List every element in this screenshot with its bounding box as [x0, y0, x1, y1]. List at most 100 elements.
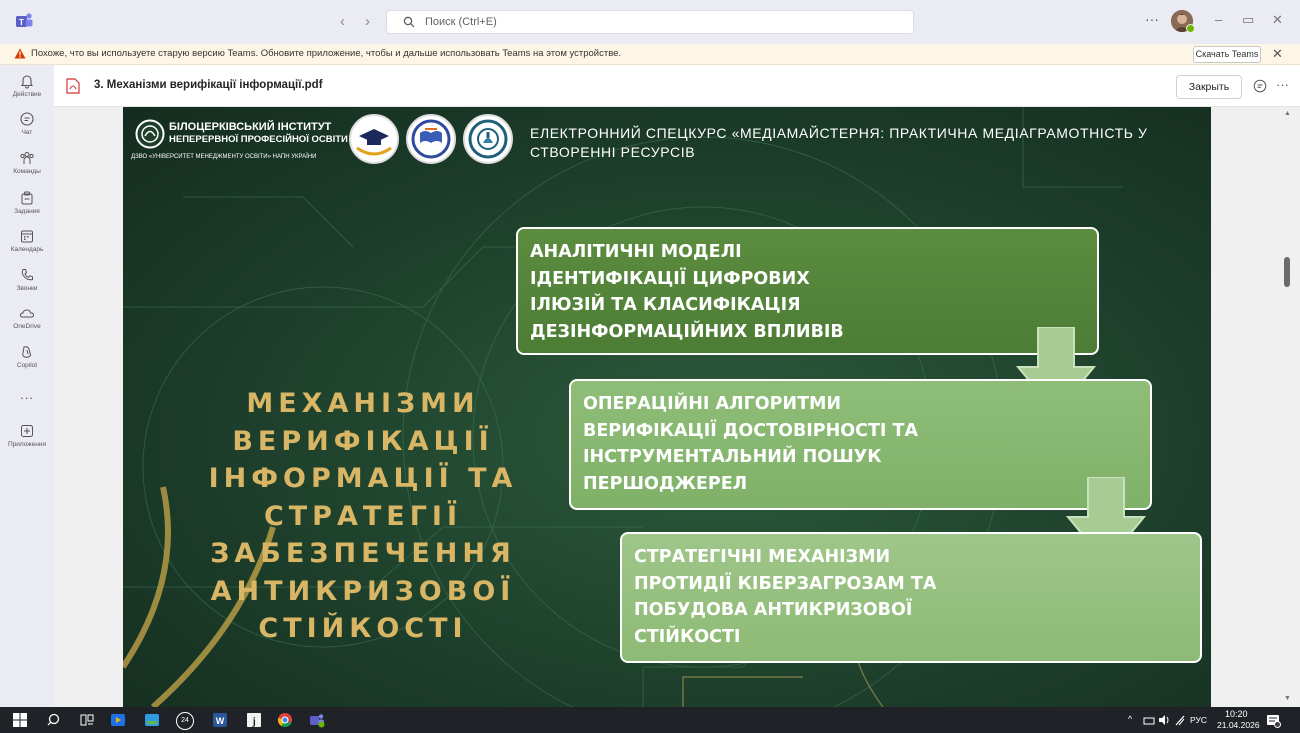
main-title-line: ВЕРИФІКАЦІЇ	[232, 425, 494, 457]
notifications-icon[interactable]	[1265, 712, 1281, 728]
pen-icon[interactable]	[1174, 712, 1186, 728]
document-title: 3. Механізми верифікації інформації.pdf	[94, 79, 323, 91]
word-icon[interactable]: W	[212, 712, 228, 728]
search-input[interactable]: Поиск (Ctrl+E)	[386, 10, 914, 34]
input-language[interactable]: РУС	[1190, 715, 1207, 725]
download-teams-button[interactable]: Скачать Teams	[1193, 46, 1261, 63]
course-title: ЕЛЕКТРОННИЙ СПЕЦКУРС «МЕДІАМАЙСТЕРНЯ: ПР…	[530, 125, 1148, 160]
close-document-button[interactable]: Закрыть	[1176, 75, 1242, 99]
network-icon[interactable]	[1143, 712, 1155, 728]
rail-label: Copilot	[16, 362, 38, 369]
bell-icon	[20, 75, 34, 89]
back-icon[interactable]: ‹	[340, 13, 345, 30]
rail-item-calendar[interactable]: Календарь	[0, 228, 54, 253]
svg-text:T: T	[19, 18, 24, 27]
media-app-icon[interactable]	[110, 712, 126, 728]
clock-time[interactable]: 10:20	[1225, 709, 1248, 719]
university-emblem-icon	[466, 117, 510, 161]
step-box-3: СТРАТЕГІЧНІ МЕХАНІЗМИ ПРОТИДІЇ КІБЕРЗАГР…	[620, 532, 1202, 663]
rail-label: Задания	[14, 208, 40, 215]
main-title-line: СТРАТЕГІЇ	[263, 500, 463, 532]
main-title-line: СТІЙКОСТІ	[258, 613, 468, 644]
institute-name-line1: БІЛОЦЕРКІВСЬКИЙ ІНСТИТУТ	[169, 121, 332, 133]
pdf-page: БІЛОЦЕРКІВСЬКИЙ ІНСТИТУТ НЕПЕРЕРВНОЇ ПРО…	[123, 107, 1211, 707]
step-box-line: ОПЕРАЦІЙНІ АЛГОРИТМИ	[583, 394, 842, 414]
chat-icon[interactable]	[1253, 79, 1267, 93]
more-options-icon[interactable]: ···	[1276, 77, 1289, 92]
windows-taskbar: 24 W j ^ РУС 10:20 21.04.2026	[0, 707, 1300, 733]
rail-label: Действие	[12, 91, 42, 98]
volume-icon[interactable]	[1158, 712, 1170, 728]
emblem-logo-3	[463, 114, 513, 164]
step-box-1: АНАЛІТИЧНІ МОДЕЛІ ІДЕНТИФІКАЦІЇ ЦИФРОВИХ…	[516, 227, 1099, 355]
rail-item-activity[interactable]: Действие	[0, 73, 54, 98]
close-window-icon[interactable]: ✕	[1272, 12, 1283, 28]
emblem-logo-1	[349, 114, 399, 164]
task-view-icon[interactable]	[79, 712, 95, 728]
teams-icon	[20, 152, 34, 164]
step-box-line: ПЕРШОДЖЕРЕЛ	[583, 473, 748, 494]
rail-item-copilot[interactable]: Copilot	[0, 344, 54, 369]
vertical-scrollbar[interactable]	[1282, 107, 1294, 707]
teams-taskbar-icon[interactable]	[309, 712, 325, 728]
rail-item-calls[interactable]: Звонки	[0, 267, 54, 292]
step-box-line: ПРОТИДІЇ КІБЕРЗАГРОЗАМ ТА	[634, 573, 937, 594]
institute-logo-icon	[135, 119, 165, 149]
rail-item-onedrive[interactable]: OneDrive	[0, 305, 54, 330]
step-box-2: ОПЕРАЦІЙНІ АЛГОРИТМИ ВЕРИФІКАЦІЇ ДОСТОВІ…	[569, 379, 1152, 510]
rail-item-apps[interactable]: Приложения	[0, 423, 54, 448]
svg-text:j: j	[251, 717, 255, 728]
rail-label: Команды	[13, 168, 41, 175]
search-icon	[403, 16, 415, 28]
main-title-line: МЕХАНІЗМИ	[246, 388, 480, 419]
rail-item-teams[interactable]: Команды	[0, 150, 54, 175]
main-title-line: ІНФОРМАЦІЇ ТА	[208, 463, 518, 494]
step-box-line: АНАЛІТИЧНІ МОДЕЛІ	[530, 242, 742, 262]
calendar-icon	[21, 230, 33, 243]
rail-item-chat[interactable]: Чат	[0, 111, 54, 136]
warning-text: Похоже, что вы используете старую версию…	[31, 48, 622, 59]
document-header: 3. Механізми верифікації інформації.pdf …	[54, 65, 1300, 107]
rail-item-more[interactable]: ...	[0, 385, 54, 402]
book-emblem-icon	[409, 117, 453, 161]
windows-start-icon[interactable]	[12, 712, 28, 728]
chrome-icon[interactable]	[277, 712, 293, 728]
step-box-line: СТІЙКОСТІ	[634, 626, 741, 647]
rail-label: Приложения	[7, 441, 47, 448]
close-icon[interactable]: ✕	[1272, 46, 1283, 62]
forward-icon[interactable]: ›	[365, 13, 370, 30]
graduation-cap-icon	[352, 117, 396, 161]
main-title-line: АНТИКРИЗОВОЇ	[210, 575, 516, 607]
restore-icon[interactable]: ▭	[1242, 12, 1254, 28]
rail-item-assignments[interactable]: Задания	[0, 190, 54, 215]
clock-date[interactable]: 21.04.2026	[1217, 720, 1260, 730]
phone-icon	[21, 269, 33, 281]
copilot-icon	[22, 346, 32, 358]
svg-text:W: W	[216, 716, 225, 726]
step-box-line: ІНСТРУМЕНТАЛЬНИЙ ПОШУК	[583, 447, 882, 467]
onedrive-icon	[19, 309, 35, 318]
more-options-icon[interactable]: ···	[1145, 11, 1159, 27]
rail-label: Календарь	[10, 246, 44, 253]
teams-logo-icon[interactable]: T	[14, 11, 34, 31]
minimize-icon[interactable]: –	[1215, 12, 1222, 27]
chevron-up-icon[interactable]: ^	[1128, 714, 1132, 724]
scrollbar-thumb[interactable]	[1284, 257, 1290, 287]
step-box-line: ДЕЗІНФОРМАЦІЙНИХ ВПЛИВІВ	[530, 321, 844, 342]
search-placeholder: Поиск (Ctrl+E)	[425, 16, 497, 28]
news-badge-icon[interactable]: 24	[176, 712, 194, 730]
rail-label: OneDrive	[13, 323, 41, 330]
update-warning-bar: Похоже, что вы используете старую версию…	[0, 44, 1300, 65]
emblem-logo-2	[406, 114, 456, 164]
scroll-up-icon[interactable]: ▲	[1284, 110, 1291, 117]
institute-name-line3: ДЗВО «УНІВЕРСИТЕТ МЕНЕДЖМЕНТУ ОСВІТИ» НА…	[131, 154, 317, 160]
main-title-line: ЗАБЕЗПЕЧЕННЯ	[210, 538, 516, 569]
title-bar: T ‹ › Поиск (Ctrl+E) ··· – ▭ ✕	[0, 0, 1300, 44]
desktop-app-icon[interactable]	[144, 712, 160, 728]
rail-label: Звонки	[16, 285, 38, 292]
journal-app-icon[interactable]: j	[246, 712, 262, 728]
scroll-down-icon[interactable]: ▼	[1284, 695, 1291, 702]
step-box-line: ВЕРИФІКАЦІЇ ДОСТОВІРНОСТІ ТА	[583, 420, 919, 441]
chat-icon	[20, 112, 34, 126]
search-icon[interactable]	[47, 712, 63, 728]
